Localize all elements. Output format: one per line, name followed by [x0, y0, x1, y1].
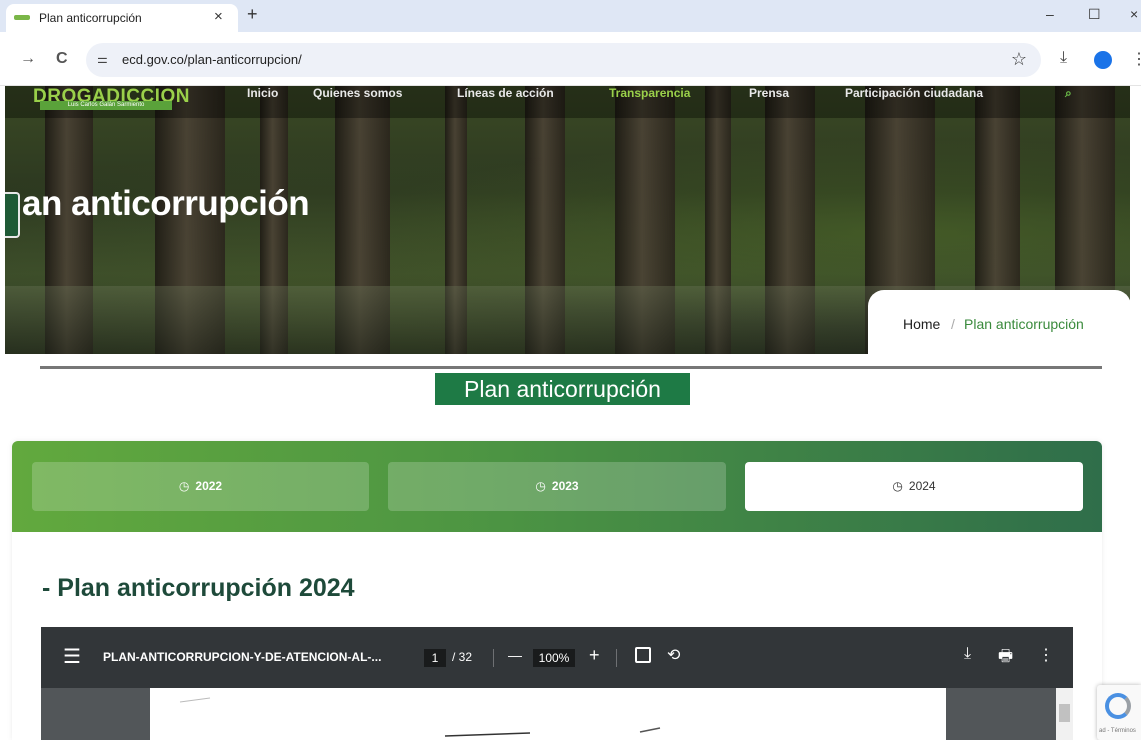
- zoom-out-button[interactable]: —: [508, 647, 522, 663]
- nav-item-quienes-somos[interactable]: Quienes somos: [313, 86, 402, 100]
- tab-2023[interactable]: ◷ 2023: [388, 462, 726, 511]
- pdf-menu-icon[interactable]: ☰: [63, 644, 81, 669]
- site-favicon-icon: [14, 15, 30, 20]
- minimize-button[interactable]: –: [1046, 6, 1054, 22]
- browser-tab[interactable]: Plan anticorrupción ×: [6, 4, 238, 32]
- rotate-icon[interactable]: ⟲: [667, 645, 680, 665]
- pdf-page-scan-marks: [179, 697, 661, 737]
- nav-item-participacion[interactable]: Participación ciudadana: [845, 86, 983, 100]
- tab-label: 2023: [551, 479, 579, 493]
- pdf-more-icon[interactable]: ⋮: [1038, 645, 1054, 665]
- browser-menu-icon[interactable]: ⋮: [1131, 49, 1141, 69]
- pdf-viewer: ☰ PLAN-ANTICORRUPCION-Y-DE-ATENCION-AL-.…: [41, 627, 1073, 740]
- toolbar-separator: [616, 649, 617, 667]
- browser-toolbar: → C ⚌ ecd.gov.co/plan-anticorrupcion/ ☆ …: [0, 32, 1141, 86]
- zoom-input[interactable]: 100%: [533, 649, 575, 667]
- breadcrumb-separator: /: [951, 316, 955, 332]
- pdf-download-icon[interactable]: ⤓: [964, 645, 971, 663]
- new-tab-button[interactable]: +: [247, 4, 258, 25]
- nav-item-lineas[interactable]: Líneas de acción: [457, 86, 554, 100]
- nav-item-prensa[interactable]: Prensa: [749, 86, 789, 100]
- nav-item-transparencia[interactable]: Transparencia: [609, 86, 690, 100]
- recaptcha-badge[interactable]: ad - Términos: [1097, 685, 1141, 740]
- forward-icon[interactable]: →: [20, 50, 36, 68]
- year-tabs-bar: ◷ 2022 ◷ 2023 ◷ 2024: [12, 441, 1102, 532]
- pdf-scrollbar-thumb[interactable]: [1059, 704, 1070, 722]
- search-icon[interactable]: ⌕: [1065, 86, 1072, 101]
- clock-icon: ◷: [178, 479, 190, 493]
- section-divider: [40, 366, 1102, 369]
- close-window-button[interactable]: ×: [1130, 6, 1138, 22]
- tab-close-button[interactable]: ×: [214, 8, 223, 25]
- tab-title: Plan anticorrupción: [39, 11, 142, 25]
- hero-banner: DROGADICCION Luis Carlos Galán Sarmiento…: [5, 86, 1130, 354]
- maximize-button[interactable]: ☐: [1088, 6, 1101, 23]
- accessibility-side-tab[interactable]: [5, 192, 20, 238]
- breadcrumb-home-link[interactable]: Home: [903, 316, 940, 332]
- section-title: Plan anticorrupción: [435, 373, 690, 405]
- breadcrumb: Home / Plan anticorrupción: [868, 290, 1130, 354]
- content-title: - Plan anticorrupción 2024: [42, 574, 355, 602]
- pdf-filename: PLAN-ANTICORRUPCION-Y-DE-ATENCION-AL-...: [103, 650, 382, 664]
- recaptcha-icon: [1105, 693, 1131, 719]
- profile-avatar-icon[interactable]: [1094, 51, 1112, 69]
- tab-label: 2022: [195, 479, 223, 493]
- pdf-page-input[interactable]: 1: [424, 649, 446, 667]
- toolbar-separator: [493, 649, 494, 667]
- pdf-page-total: / 32: [452, 650, 473, 664]
- reload-icon[interactable]: C: [56, 50, 68, 68]
- url-text[interactable]: ecd.gov.co/plan-anticorrupcion/: [122, 52, 302, 67]
- pdf-print-icon[interactable]: 🖶: [998, 645, 1013, 672]
- pdf-toolbar: ☰ PLAN-ANTICORRUPCION-Y-DE-ATENCION-AL-.…: [41, 627, 1073, 688]
- tab-2024[interactable]: ◷ 2024: [745, 462, 1083, 511]
- pdf-page: [150, 688, 946, 740]
- breadcrumb-current: Plan anticorrupción: [964, 316, 1084, 332]
- bookmark-star-icon[interactable]: ☆: [1011, 49, 1027, 70]
- recaptcha-text: ad - Términos: [1099, 728, 1136, 734]
- address-bar[interactable]: ⚌ ecd.gov.co/plan-anticorrupcion/ ☆: [86, 43, 1041, 77]
- zoom-in-button[interactable]: +: [589, 645, 600, 666]
- tune-icon[interactable]: ⚌: [97, 52, 108, 66]
- downloads-icon[interactable]: ⤓: [1060, 49, 1067, 67]
- browser-tab-strip: Plan anticorrupción × + – ☐ ×: [0, 0, 1141, 32]
- site-nav: DROGADICCION Luis Carlos Galán Sarmiento…: [5, 86, 1130, 118]
- pdf-scrollbar[interactable]: [1056, 688, 1073, 740]
- nav-item-inicio[interactable]: Inicio: [247, 86, 278, 100]
- fit-page-icon[interactable]: [635, 647, 651, 663]
- tab-2022[interactable]: ◷ 2022: [32, 462, 369, 511]
- clock-icon: ◷: [892, 479, 903, 493]
- hero-title: an anticorrupción: [22, 184, 310, 223]
- site-logo-subtitle: Luis Carlos Galán Sarmiento: [40, 101, 172, 110]
- clock-icon: ◷: [535, 479, 546, 493]
- tab-label: 2024: [908, 479, 936, 493]
